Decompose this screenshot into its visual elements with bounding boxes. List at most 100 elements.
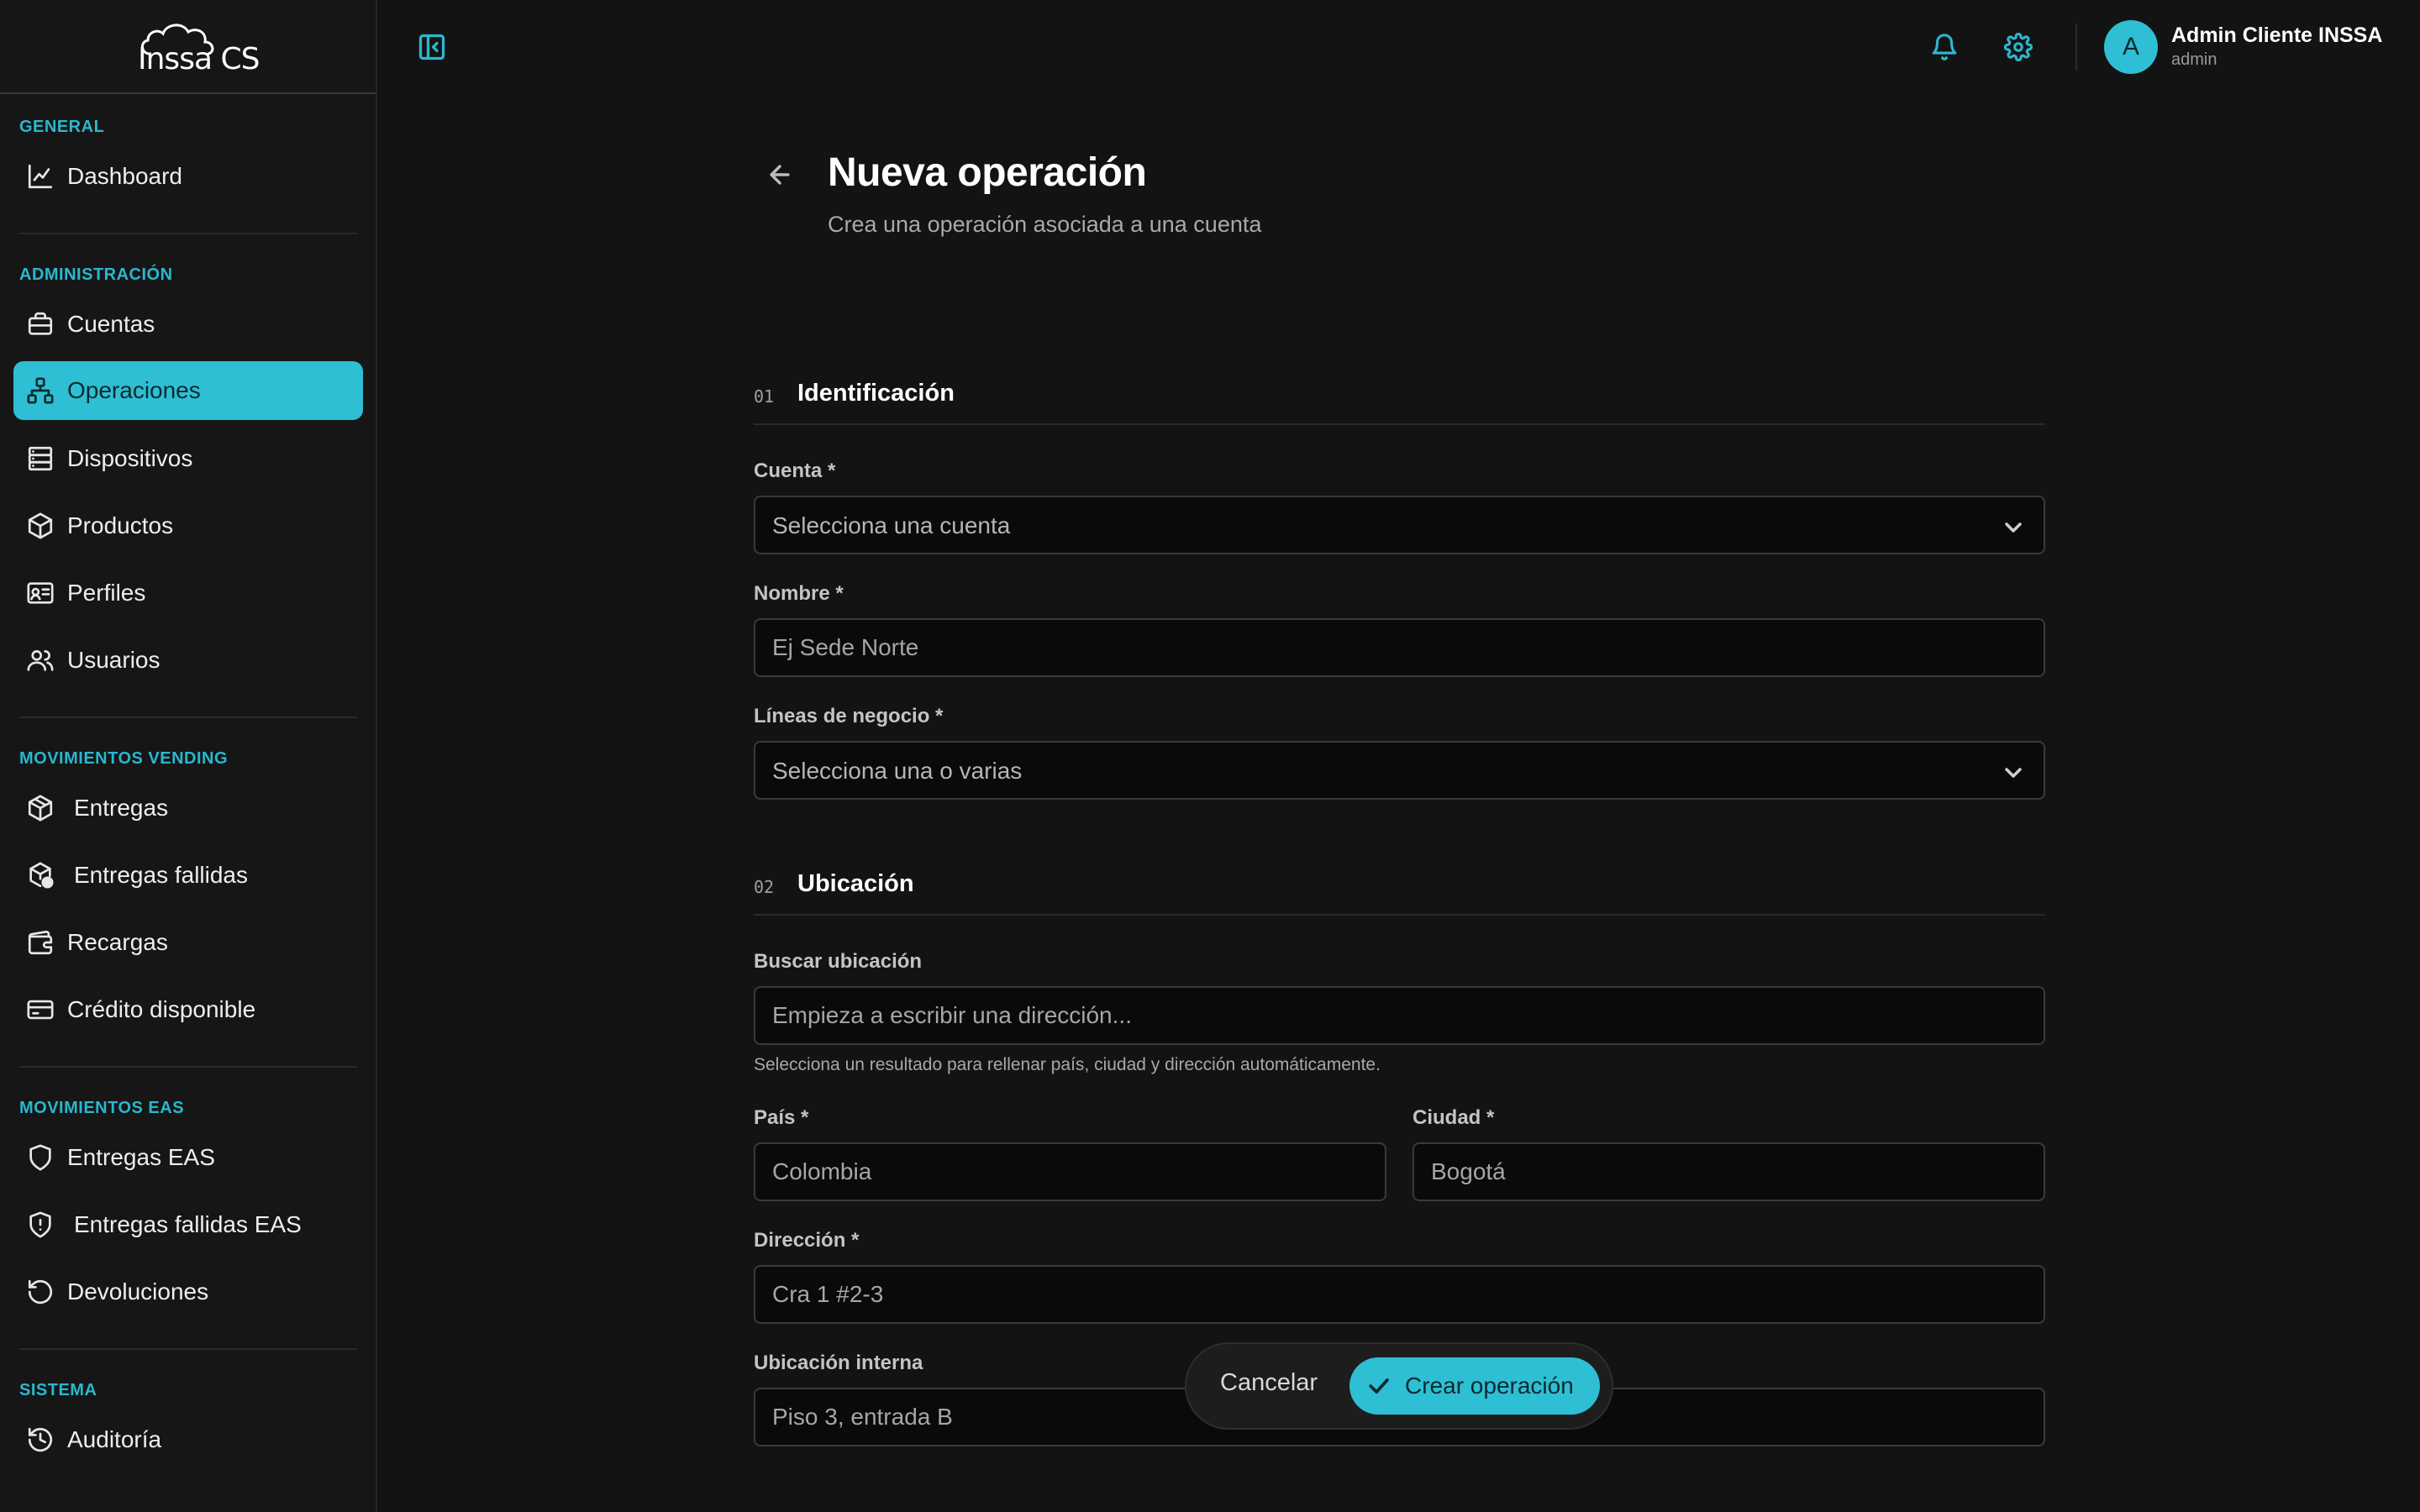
direccion-input[interactable] (755, 1267, 2044, 1322)
direccion-field[interactable] (754, 1265, 2045, 1324)
user-role: admin (2171, 50, 2217, 69)
cuenta-select[interactable]: Selecciona una cuenta (754, 496, 2045, 554)
server-icon (25, 444, 55, 474)
section-number: 02 (754, 877, 775, 897)
create-operation-label: Crear operación (1405, 1373, 1574, 1399)
sidebar-item-devoluciones[interactable]: Devoluciones (13, 1263, 363, 1321)
floating-action-bar: Cancelar Crear operación (1185, 1342, 1613, 1430)
pais-input[interactable] (755, 1144, 1385, 1200)
sidebar-item-label: Dispositivos (67, 445, 193, 471)
id-card-icon (25, 578, 55, 608)
direccion-label: Dirección * (754, 1229, 860, 1252)
page-subtitle: Crea una operación asociada a una cuenta (828, 212, 1262, 237)
sidebar-item-label: Cuentas (67, 311, 155, 337)
settings-button[interactable] (2000, 29, 2037, 66)
avatar[interactable]: A (2104, 20, 2158, 74)
logo-text: Inssa CS (138, 42, 260, 76)
sidebar-item-label: Perfiles (67, 580, 146, 606)
pais-field[interactable] (754, 1142, 1386, 1201)
section-label-administracion: ADMINISTRACIÓN (19, 265, 173, 284)
sidebar-item-operaciones[interactable]: Operaciones (13, 361, 363, 420)
nombre-label: Nombre * (754, 582, 844, 605)
section-label-sistema: SISTEMA (19, 1381, 97, 1399)
sidebar-item-auditoria[interactable]: Auditoría (13, 1410, 363, 1469)
sidebar-item-dashboard[interactable]: Dashboard (13, 147, 363, 206)
lineas-negocio-label: Líneas de negocio * (754, 705, 944, 727)
sidebar-item-label: Usuarios (67, 647, 160, 673)
sidebar-item-entregas-fallidas-eas[interactable]: Entregas fallidas EAS (13, 1195, 363, 1254)
cuenta-select-placeholder: Selecciona una cuenta (772, 512, 1011, 538)
sidebar-item-label: Auditoría (67, 1426, 162, 1452)
buscar-ubicacion-input[interactable] (755, 988, 2044, 1043)
network-icon (25, 375, 55, 406)
sidebar-item-entregas-fallidas[interactable]: Entregas fallidas (13, 846, 363, 905)
buscar-ubicacion-label: Buscar ubicación (754, 950, 923, 973)
ciudad-input[interactable] (1414, 1144, 2044, 1200)
sidebar-divider (19, 233, 357, 234)
sidebar-item-label: Operaciones (67, 377, 201, 403)
sidebar-item-label: Dashboard (67, 163, 182, 189)
box-icon (25, 511, 55, 541)
sidebar-divider (19, 1066, 357, 1068)
ubicacion-interna-label: Ubicación interna (754, 1352, 923, 1374)
check-icon (1369, 1378, 1389, 1394)
section-title: Ubicación (797, 870, 914, 897)
users-icon (25, 645, 55, 675)
sidebar-item-dispositivos[interactable]: Dispositivos (13, 429, 363, 488)
rotate-ccw-icon (25, 1277, 55, 1307)
sidebar-item-label: Productos (67, 512, 174, 538)
nombre-input[interactable] (755, 620, 2044, 675)
sidebar-item-label: Devoluciones (67, 1278, 209, 1305)
chevron-down-icon (2000, 514, 2027, 541)
arrow-left-icon (770, 165, 790, 185)
sidebar: Inssa CS GENERAL Dashboard ADMINISTRACIÓ… (0, 0, 377, 1512)
sidebar-item-entregas[interactable]: Entregas (13, 779, 363, 837)
lineas-negocio-placeholder: Selecciona una o varias (772, 758, 1023, 784)
page-title: Nueva operación (828, 150, 1147, 195)
section-identificacion: 01 Identificación (754, 375, 2045, 425)
buscar-ubicacion-help: Selecciona un resultado para rellenar pa… (754, 1055, 1381, 1074)
sidebar-item-label: Entregas EAS (67, 1144, 215, 1170)
sidebar-toggle-button[interactable] (415, 30, 449, 64)
sidebar-item-cuentas[interactable]: Cuentas (13, 295, 363, 354)
section-title: Identificación (797, 380, 955, 407)
app-logo[interactable]: Inssa CS (134, 17, 260, 77)
buscar-ubicacion-field[interactable] (754, 986, 2045, 1045)
gear-icon (2004, 33, 2033, 61)
sidebar-divider (19, 1348, 357, 1350)
sidebar-item-label: Entregas fallidas EAS (74, 1211, 302, 1237)
sidebar-divider (19, 717, 357, 718)
sidebar-item-usuarios[interactable]: Usuarios (13, 631, 363, 690)
logo-area: Inssa CS (0, 0, 376, 94)
shield-alert-icon (25, 1210, 55, 1240)
ciudad-label: Ciudad * (1413, 1106, 1495, 1129)
sidebar-item-label: Entregas (74, 795, 169, 821)
notifications-button[interactable] (1926, 29, 1963, 66)
user-name[interactable]: Admin Cliente INSSA (2171, 24, 2382, 48)
ciudad-field[interactable] (1413, 1142, 2045, 1201)
chevron-down-icon (2000, 759, 2027, 786)
cancel-button[interactable]: Cancelar (1220, 1369, 1318, 1397)
sidebar-item-entregas-eas[interactable]: Entregas EAS (13, 1128, 363, 1187)
package-alert-icon (25, 860, 55, 890)
sidebar-item-recargas[interactable]: Recargas (13, 913, 363, 972)
section-label-movimientos-eas: MOVIMIENTOS EAS (19, 1099, 185, 1117)
back-button[interactable] (761, 156, 798, 193)
sidebar-item-credito-disponible[interactable]: Crédito disponible (13, 980, 363, 1039)
create-operation-button[interactable]: Crear operación (1349, 1357, 1600, 1415)
shield-icon (25, 1142, 55, 1173)
history-icon (25, 1425, 55, 1455)
package-icon (25, 793, 55, 823)
topbar-divider (2075, 24, 2077, 71)
lineas-negocio-select[interactable]: Selecciona una o varias (754, 741, 2045, 800)
section-ubicacion: 02 Ubicación (754, 865, 2045, 916)
wallet-icon (25, 927, 55, 958)
sidebar-item-label: Recargas (67, 929, 168, 955)
topbar: A Admin Cliente INSSA admin (378, 0, 2420, 94)
sidebar-item-productos[interactable]: Productos (13, 496, 363, 555)
section-label-movimientos-vending: MOVIMIENTOS VENDING (19, 749, 229, 768)
credit-card-icon (25, 995, 55, 1025)
nombre-field[interactable] (754, 618, 2045, 677)
section-number: 01 (754, 386, 775, 407)
sidebar-item-perfiles[interactable]: Perfiles (13, 564, 363, 622)
